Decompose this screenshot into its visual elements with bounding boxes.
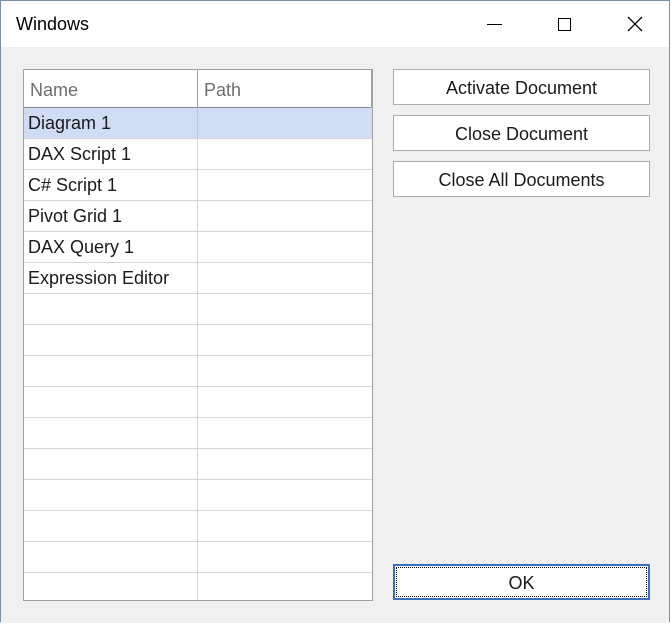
table-row[interactable]: Pivot Grid 1 — [24, 201, 372, 232]
grid-header: Name Path — [24, 70, 372, 108]
cell-name[interactable]: Diagram 1 — [24, 108, 198, 138]
close-button[interactable] — [612, 1, 658, 47]
cell-name — [24, 356, 198, 386]
column-header-path[interactable]: Path — [198, 70, 372, 108]
minimize-button[interactable] — [471, 1, 517, 47]
cell-name — [24, 325, 198, 355]
cell-path — [198, 511, 372, 541]
cell-path — [198, 449, 372, 479]
close-all-documents-button[interactable]: Close All Documents — [393, 161, 650, 197]
cell-name[interactable]: Pivot Grid 1 — [24, 201, 198, 231]
cell-name[interactable]: Expression Editor — [24, 263, 198, 293]
documents-grid: Name Path Diagram 1 DAX Script 1 C# Script… — [23, 69, 373, 601]
empty-table-row — [24, 387, 372, 418]
cell-name — [24, 418, 198, 448]
empty-table-row — [24, 325, 372, 356]
maximize-icon — [557, 17, 571, 31]
cell-path — [198, 573, 372, 600]
cell-path[interactable] — [198, 201, 372, 231]
empty-table-row — [24, 418, 372, 449]
close-icon — [627, 16, 643, 32]
cell-path[interactable] — [198, 263, 372, 293]
cell-name — [24, 294, 198, 324]
cell-name — [24, 480, 198, 510]
cell-path[interactable] — [198, 232, 372, 262]
minimize-icon — [486, 23, 502, 25]
cell-name — [24, 511, 198, 541]
maximize-button[interactable] — [541, 1, 587, 47]
dialog-title: Windows — [16, 14, 90, 34]
column-header-name[interactable]: Name — [24, 70, 198, 108]
ok-button[interactable]: OK — [393, 564, 650, 600]
empty-table-row — [24, 511, 372, 542]
cell-path — [198, 387, 372, 417]
cell-path — [198, 356, 372, 386]
empty-table-row — [24, 542, 372, 573]
cell-path[interactable] — [198, 170, 372, 200]
cell-name — [24, 449, 198, 479]
cell-name — [24, 387, 198, 417]
cell-path — [198, 294, 372, 324]
empty-table-row — [24, 449, 372, 480]
table-row[interactable]: DAX Script 1 — [24, 139, 372, 170]
activate-document-button[interactable]: Activate Document — [393, 69, 650, 105]
empty-table-row — [24, 356, 372, 387]
table-row[interactable]: Expression Editor — [24, 263, 372, 294]
table-row[interactable]: C# Script 1 — [24, 170, 372, 201]
close-document-button[interactable]: Close Document — [393, 115, 650, 151]
cell-name — [24, 573, 198, 600]
cell-name[interactable]: DAX Script 1 — [24, 139, 198, 169]
cell-path — [198, 480, 372, 510]
table-row[interactable]: DAX Query 1 — [24, 232, 372, 263]
ok-button-label: OK — [508, 573, 535, 593]
empty-table-row — [24, 294, 372, 325]
empty-table-row — [24, 480, 372, 511]
cell-name[interactable]: C# Script 1 — [24, 170, 198, 200]
title-bar[interactable]: Windows — [1, 1, 669, 47]
cell-path — [198, 542, 372, 572]
cell-path[interactable] — [198, 139, 372, 169]
cell-path[interactable] — [198, 108, 372, 138]
empty-table-row — [24, 573, 372, 600]
cell-name[interactable]: DAX Query 1 — [24, 232, 198, 262]
cell-path — [198, 418, 372, 448]
grid-rows: Diagram 1 DAX Script 1 C# Script 1 Pivot Gr… — [24, 108, 372, 600]
windows-dialog: Windows Name Path Diagram 1 DAX Script 1C… — [0, 0, 670, 623]
dialog-client-area: Name Path Diagram 1 DAX Script 1 C# Script… — [1, 47, 669, 623]
cell-path — [198, 325, 372, 355]
cell-name — [24, 542, 198, 572]
table-row[interactable]: Diagram 1 — [24, 108, 372, 139]
